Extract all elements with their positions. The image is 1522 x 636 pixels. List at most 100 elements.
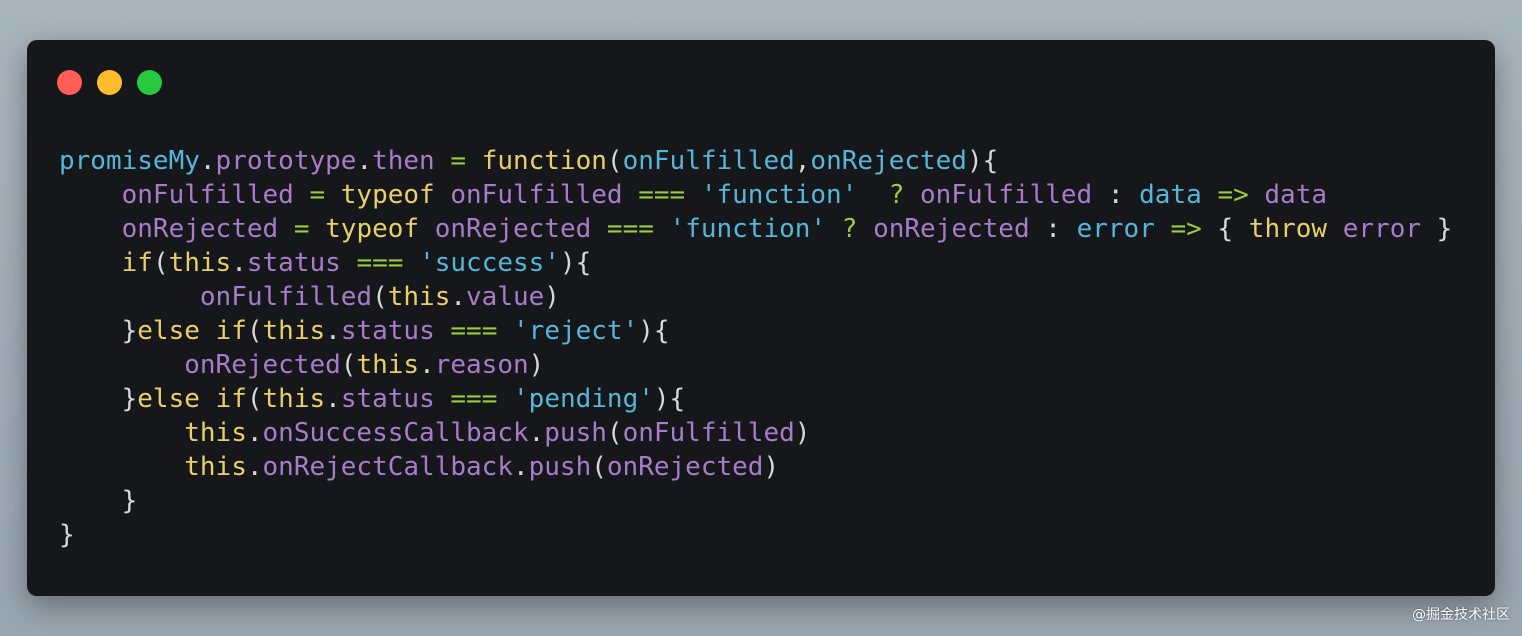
code-token: ) [794, 418, 811, 448]
code-token: this [184, 418, 247, 448]
code-block: promiseMy.prototype.then = function(onFu… [59, 144, 1452, 552]
code-token: . [325, 384, 341, 414]
code-token: : [1092, 180, 1140, 210]
code-token: onFulfilled [199, 282, 373, 312]
code-token: value [466, 282, 545, 312]
code-line: this.onRejectCallback.push(onRejected) [59, 450, 1452, 484]
code-line: promiseMy.prototype.then = function(onFu… [59, 144, 1452, 178]
code-token: . [199, 146, 216, 176]
code-token: === [356, 248, 404, 278]
code-token: data [1139, 180, 1202, 210]
code-token: : [1029, 214, 1077, 244]
code-token: status [340, 384, 435, 414]
code-token: onRejected [184, 350, 341, 380]
code-token: ) [528, 350, 545, 380]
code-token: 'function' [700, 180, 858, 210]
code-token: status [340, 316, 435, 346]
code-line: onRejected(this.reason) [59, 348, 1452, 382]
minimize-dot-icon [97, 70, 122, 95]
code-token: ){ [966, 146, 999, 176]
code-token: ) [763, 452, 780, 482]
window-controls [57, 70, 162, 95]
code-token: === [450, 316, 498, 346]
code-token: . [246, 418, 263, 448]
code-token: else [137, 316, 200, 346]
code-token: . [246, 452, 263, 482]
code-token: ( [606, 146, 623, 176]
code-token: onFulfilled [920, 180, 1093, 210]
code-token: if [215, 316, 247, 346]
code-token: reason [434, 350, 529, 380]
code-token: === [638, 180, 686, 210]
code-line: onRejected = typeof onRejected === 'func… [59, 212, 1453, 246]
code-token: if [215, 384, 247, 414]
code-token: ){ [638, 316, 670, 346]
code-token: } [121, 486, 138, 516]
code-token: typeof [340, 180, 435, 210]
code-line: onFulfilled(this.value) [59, 280, 1452, 314]
code-token: === [450, 384, 498, 414]
code-token: if [121, 248, 153, 278]
maximize-dot-icon [137, 70, 162, 95]
code-token: , [794, 146, 811, 176]
code-token: error [1342, 214, 1422, 244]
code-token: ? [888, 180, 905, 210]
code-token: = [309, 180, 326, 210]
code-token: 'success' [419, 248, 560, 278]
code-token: onFulfilled [622, 146, 795, 176]
code-token: { [1201, 214, 1249, 244]
code-token: onFulfilled [450, 180, 623, 210]
code-token: . [419, 350, 435, 380]
code-token: status [246, 248, 341, 278]
code-line: this.onSuccessCallback.push(onFulfilled) [59, 416, 1452, 450]
code-line: }else if(this.status === 'pending'){ [59, 382, 1452, 416]
code-line: }else if(this.status === 'reject'){ [59, 314, 1452, 348]
code-token: => [1170, 214, 1202, 244]
code-line: } [59, 484, 1452, 518]
code-token: onRejected [121, 214, 279, 244]
code-token: === [606, 214, 654, 244]
code-token: 'pending' [513, 384, 654, 414]
code-token: this [184, 452, 247, 482]
code-token: onRejected [434, 214, 592, 244]
code-token: ( [372, 282, 388, 312]
code-token: push [528, 452, 592, 482]
code-token: data [1264, 180, 1328, 210]
code-token: error [1076, 214, 1155, 244]
watermark: @掘金技术社区 [1412, 607, 1510, 623]
code-token: ( [152, 248, 169, 278]
code-token: 'reject' [513, 316, 639, 346]
code-token: = [293, 214, 310, 244]
code-token: ( [340, 350, 357, 380]
code-token: ){ [653, 384, 686, 414]
code-token: . [450, 282, 467, 312]
code-token: } [121, 316, 138, 346]
code-token: 'function' [669, 214, 827, 244]
code-token: ( [591, 452, 607, 482]
code-token: . [325, 316, 341, 346]
code-line: if(this.status === 'success'){ [59, 246, 1452, 280]
code-token: this [168, 248, 232, 278]
code-token: onFulfilled [622, 418, 795, 448]
